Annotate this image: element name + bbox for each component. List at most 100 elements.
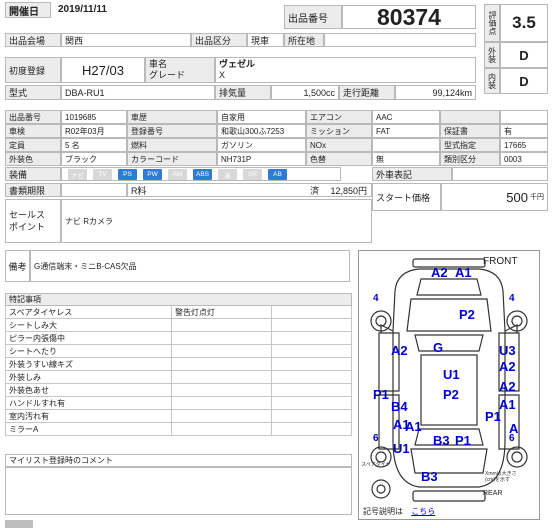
- special-row: シートしみ大: [5, 319, 352, 332]
- special-item-detail: [172, 423, 272, 435]
- equipment-badge-4: AW: [168, 169, 187, 180]
- spec-v3-1: FAT: [372, 124, 440, 138]
- sales-point-value: ナビ Rカメラ: [61, 199, 372, 243]
- legend-label: 記号説明は: [363, 507, 403, 516]
- spec-l4-1: 保証書: [440, 124, 500, 138]
- special-item-extra: [272, 358, 351, 370]
- notes-label: 備考: [5, 250, 30, 282]
- grade-value: X: [219, 70, 226, 80]
- special-row: ピラー内張傷中: [5, 332, 352, 345]
- spec-l2-1: 登録番号: [127, 124, 217, 138]
- documents-label: 書類期限: [5, 183, 61, 197]
- special-row: 外装うすい線キズ: [5, 358, 352, 371]
- damage-mark: U1: [443, 367, 460, 382]
- equipment-label: 装備: [5, 167, 61, 181]
- special-item-extra: [272, 332, 351, 344]
- score-label: 評価点: [484, 4, 500, 42]
- foreign-label: 外車表記: [372, 167, 452, 181]
- special-item-extra: [272, 345, 351, 357]
- legend-link[interactable]: こちら: [411, 507, 435, 516]
- spec-v1-3: ブラック: [61, 152, 127, 166]
- date-label: 開催日: [5, 2, 51, 18]
- spec-l4-3: 類別区分: [440, 152, 500, 166]
- spec-l2-0: 車歴: [127, 110, 217, 124]
- first-reg-value: H27/03: [61, 57, 145, 83]
- interior-value: D: [500, 68, 548, 94]
- special-item-extra: [272, 384, 351, 396]
- spec-l1-1: 車検: [5, 124, 61, 138]
- equipment-badge-5: ABS: [193, 169, 212, 180]
- damage-mark: A2: [391, 343, 408, 358]
- spec-l1-2: 定員: [5, 138, 61, 152]
- spec-l4-0: [440, 110, 500, 124]
- grade-label: グレード: [149, 70, 186, 80]
- damage-mark: U3: [499, 343, 516, 358]
- special-item-detail: [172, 358, 272, 370]
- comment-label: マイリスト登録時のコメント: [5, 454, 352, 467]
- spec-l3-2: NOx: [306, 138, 372, 152]
- mileage-label: 走行距離: [339, 85, 395, 100]
- damage-mark: A1: [393, 417, 410, 432]
- name-grade-values: ヴェゼル X: [215, 57, 476, 83]
- special-item: ミラーA: [6, 423, 172, 435]
- spec-v3-3: 無: [372, 152, 440, 166]
- special-item-extra: [272, 410, 351, 422]
- damage-mark: A2: [499, 379, 516, 394]
- special-item-detail: [172, 371, 272, 383]
- section-label: 出品区分: [191, 33, 247, 47]
- spec-l3-1: ミッション: [306, 124, 372, 138]
- tire-number: 4: [373, 293, 379, 304]
- special-item-detail: [172, 384, 272, 396]
- special-item-detail: [172, 410, 272, 422]
- damage-mark: P2: [459, 307, 475, 322]
- tire-number: 4: [509, 293, 515, 304]
- special-item-detail: [172, 397, 272, 409]
- interior-label: 内装: [484, 68, 500, 94]
- special-row: ミラーA: [5, 423, 352, 436]
- spare-tire-label: スペアタイヤ: [361, 462, 391, 468]
- spec-v2-1: 和歌山300ふ7253: [217, 124, 306, 138]
- name-label: 車名: [149, 59, 168, 69]
- damage-mark: B3: [433, 433, 450, 448]
- sales-point-label: セールス ポイント: [5, 199, 61, 243]
- hall-value: 関西: [61, 33, 191, 47]
- equipment-badge-7: SR: [243, 169, 262, 180]
- damage-mark: P2: [443, 387, 459, 402]
- foreign-value: [452, 167, 548, 181]
- start-price-value: 500: [506, 189, 528, 205]
- first-reg-label: 初度登録: [5, 57, 61, 83]
- spec-v4-0: [500, 110, 548, 124]
- spec-l1-0: 出品番号: [5, 110, 61, 124]
- special-row: 室内汚れ有: [5, 410, 352, 423]
- spec-v3-0: AAC: [372, 110, 440, 124]
- damage-mark: A2: [499, 359, 516, 374]
- recycle-done: 済: [310, 185, 320, 196]
- recycle-label: R料: [131, 185, 147, 196]
- damage-mark: P1: [455, 433, 471, 448]
- mileage-value: 99,124km: [395, 85, 476, 100]
- spec-l3-3: 色替: [306, 152, 372, 166]
- damage-mark: A2: [431, 265, 448, 280]
- spec-v4-2: 17665: [500, 138, 548, 152]
- special-item-extra: [272, 397, 351, 409]
- special-row: ハンドルすれ有: [5, 397, 352, 410]
- spec-l2-3: カラーコード: [127, 152, 217, 166]
- location-value: [324, 33, 476, 47]
- special-row: 外装しみ: [5, 371, 352, 384]
- special-header: 特記事項: [5, 293, 352, 306]
- rear-label: REAR: [483, 490, 503, 497]
- special-row: シートへたり: [5, 345, 352, 358]
- spec-v1-0: 1019685: [61, 110, 127, 124]
- spec-v2-2: ガソリン: [217, 138, 306, 152]
- score-value: 3.5: [500, 4, 548, 42]
- lot-number: 80374: [342, 5, 476, 29]
- special-item: ピラー内張傷中: [6, 332, 172, 344]
- spec-v2-0: 自家用: [217, 110, 306, 124]
- documents-value: [61, 183, 127, 197]
- equipment-badge-0: ナビ: [68, 169, 87, 180]
- damage-mark: G: [433, 340, 443, 355]
- special-item: シートへたり: [6, 345, 172, 357]
- damage-mark: U1: [393, 441, 410, 456]
- tire-number: 6: [373, 433, 379, 444]
- spec-l2-2: 燃料: [127, 138, 217, 152]
